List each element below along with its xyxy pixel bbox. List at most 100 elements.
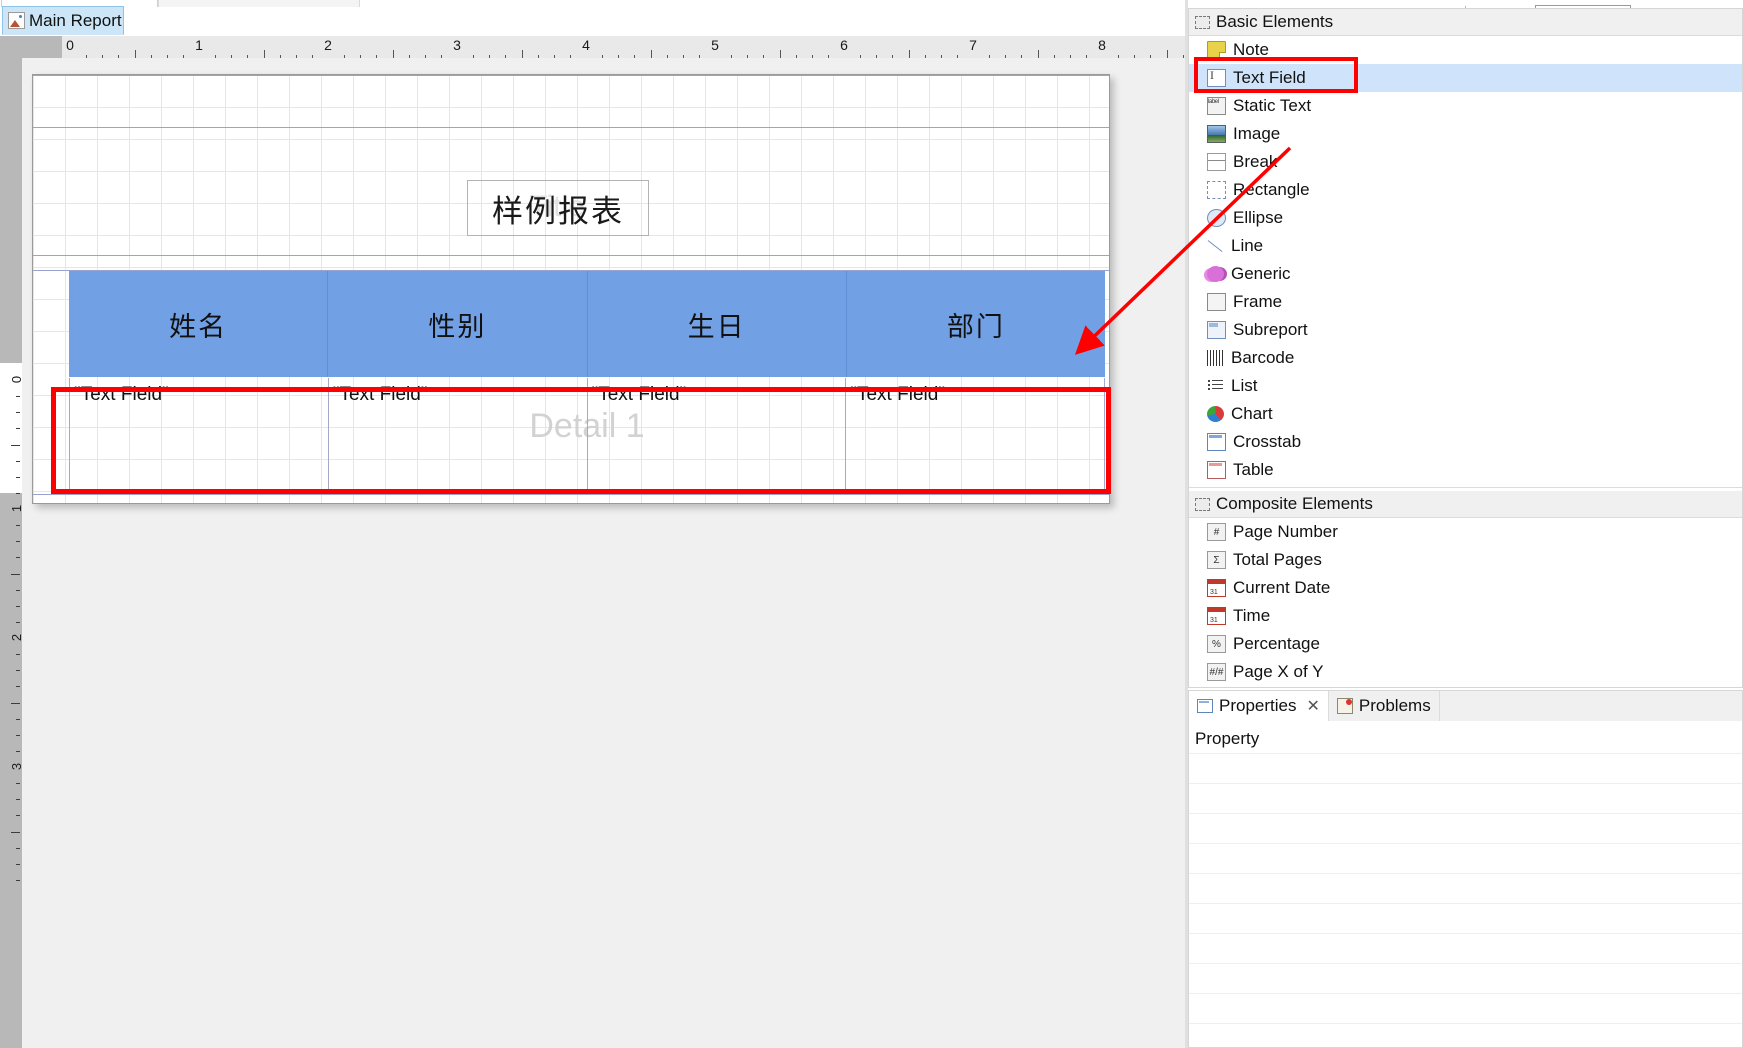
detail-band-annotation-rect [51,387,1111,494]
elements-palette: Basic Elements NoteText Field Static Text… [1188,8,1743,688]
palette-item-time[interactable]: Time [1189,602,1742,630]
property-row[interactable] [1189,873,1742,903]
column-header-band[interactable]: 姓名性别生日 部门 [69,271,1105,377]
palette-item-rectangle[interactable]: Rectangle [1189,176,1742,204]
tab-properties[interactable]: Properties ✕ [1189,691,1329,721]
palette-item-barcode[interactable]: Barcode [1189,344,1742,372]
report-title-element[interactable]: 样例报表 [467,180,649,236]
ruler-tick [16,557,20,558]
ruler-tick [16,461,20,462]
palette-item-text-field[interactable]: Text Field [1189,64,1742,92]
header-cell[interactable]: 部门 [847,271,1105,377]
list-icon [1207,378,1224,394]
close-icon[interactable]: ✕ [1306,696,1319,716]
ruler-tick [16,670,20,671]
ruler-tick [16,880,20,881]
palette-item-label: Time [1233,606,1270,626]
header-cell-label: 部门 [947,305,1005,344]
palette-item-line[interactable]: Line [1189,232,1742,260]
horizontal-ruler[interactable]: 012345678 [0,36,1188,59]
palette-item-label: Subreport [1233,320,1308,340]
ruler-tick-label: 7 [969,37,977,53]
palette-item-page-x-of-y[interactable]: #/#Page X of Y [1189,658,1742,686]
palette-item-label: Static Text [1233,96,1311,116]
palette-item-generic[interactable]: Generic [1189,260,1742,288]
ruler-tick [16,590,20,591]
palette-item-note[interactable]: Note [1189,36,1742,64]
property-row[interactable] [1189,813,1742,843]
palette-item-label: Rectangle [1233,180,1310,200]
ruler-tick [16,412,20,413]
note-icon [1207,41,1226,59]
basic-elements-list: NoteText Field Static Text ImageBreak Recta… [1189,36,1742,484]
property-row[interactable] [1189,1023,1742,1048]
ruler-tick-label: 0 [66,37,74,53]
palette-item-current-date[interactable]: Current Date [1189,574,1742,602]
ruler-tick [264,50,265,58]
report-page[interactable]: Title 样例报表 姓名性别生日部门 Detail 1 "Text Field… [32,74,1110,504]
palette-item-label: Total Pages [1233,550,1322,570]
property-row[interactable] [1189,783,1742,813]
property-row[interactable] [1189,753,1742,783]
line-icon [1207,238,1224,254]
table-icon [1207,461,1226,479]
palette-item-crosstab[interactable]: Crosstab [1189,428,1742,456]
property-row[interactable] [1189,843,1742,873]
design-canvas[interactable]: Title 样例报表 姓名性别生日部门 Detail 1 "Text Field… [22,58,1188,1048]
palette-item-label: Current Date [1233,578,1330,598]
palette-item-label: List [1231,376,1257,396]
ruler-tick-label: 8 [1098,37,1106,53]
header-cell[interactable]: 生日 [588,271,847,377]
ruler-tick [11,832,20,833]
palette-item-label: Percentage [1233,634,1320,654]
palette-item-static-text[interactable]: Static Text [1189,92,1742,120]
editor-tabstrip: Main Report [0,0,1322,36]
static-text-icon [1207,97,1226,115]
ruler-tick-label: 2 [9,634,22,641]
palette-item-break[interactable]: Break [1189,148,1742,176]
palette-item-total-pages[interactable]: ΣTotal Pages [1189,546,1742,574]
ruler-tick [16,686,20,687]
palette-item-page-number[interactable]: #Page Number [1189,518,1742,546]
property-row[interactable] [1189,993,1742,1023]
palette-item-label: Page X of Y [1233,662,1323,682]
group-icon [1195,498,1210,511]
property-row[interactable] [1189,933,1742,963]
palette-item-frame[interactable]: Frame [1189,288,1742,316]
composite-elements-header[interactable]: Composite Elements [1189,491,1742,518]
ellipse-icon [1207,209,1226,227]
problems-icon [1337,698,1353,714]
generic-icon [1207,266,1224,282]
palette-item-image[interactable]: Image [1189,120,1742,148]
palette-item-chart[interactable]: Chart [1189,400,1742,428]
rectangle-icon [1207,181,1226,199]
tab-ghost-above-right[interactable] [158,0,360,7]
ruler-tick [16,396,20,397]
vertical-ruler[interactable]: 0123 [0,58,22,1048]
image-icon [1207,125,1226,143]
ruler-tick [16,799,20,800]
palette-item-label: Barcode [1231,348,1294,368]
tab-problems[interactable]: Problems [1329,691,1440,721]
palette-item-table[interactable]: Table [1189,456,1742,484]
tab-main-report[interactable]: Main Report [2,6,124,35]
band-separator [33,75,1109,76]
property-row[interactable] [1189,963,1742,993]
palette-item-list[interactable]: List [1189,372,1742,400]
properties-tabstrip: Properties ✕ Problems [1189,691,1742,721]
ruler-tick [11,445,20,446]
ruler-tick-label: 0 [9,376,22,383]
header-cell[interactable]: 姓名 [69,271,328,377]
composite-elements-title: Composite Elements [1216,494,1373,514]
palette-item-ellipse[interactable]: Ellipse [1189,204,1742,232]
property-row[interactable] [1189,903,1742,933]
palette-item-label: Page Number [1233,522,1338,542]
palette-item-label: Line [1231,236,1263,256]
palette-item-percentage[interactable]: %Percentage [1189,630,1742,658]
ruler-tick [16,541,20,542]
ruler-tick-label: 2 [324,37,332,53]
basic-elements-header[interactable]: Basic Elements [1189,9,1742,36]
ruler-tick [16,477,20,478]
header-cell[interactable]: 性别 [328,271,587,377]
palette-item-subreport[interactable]: Subreport [1189,316,1742,344]
